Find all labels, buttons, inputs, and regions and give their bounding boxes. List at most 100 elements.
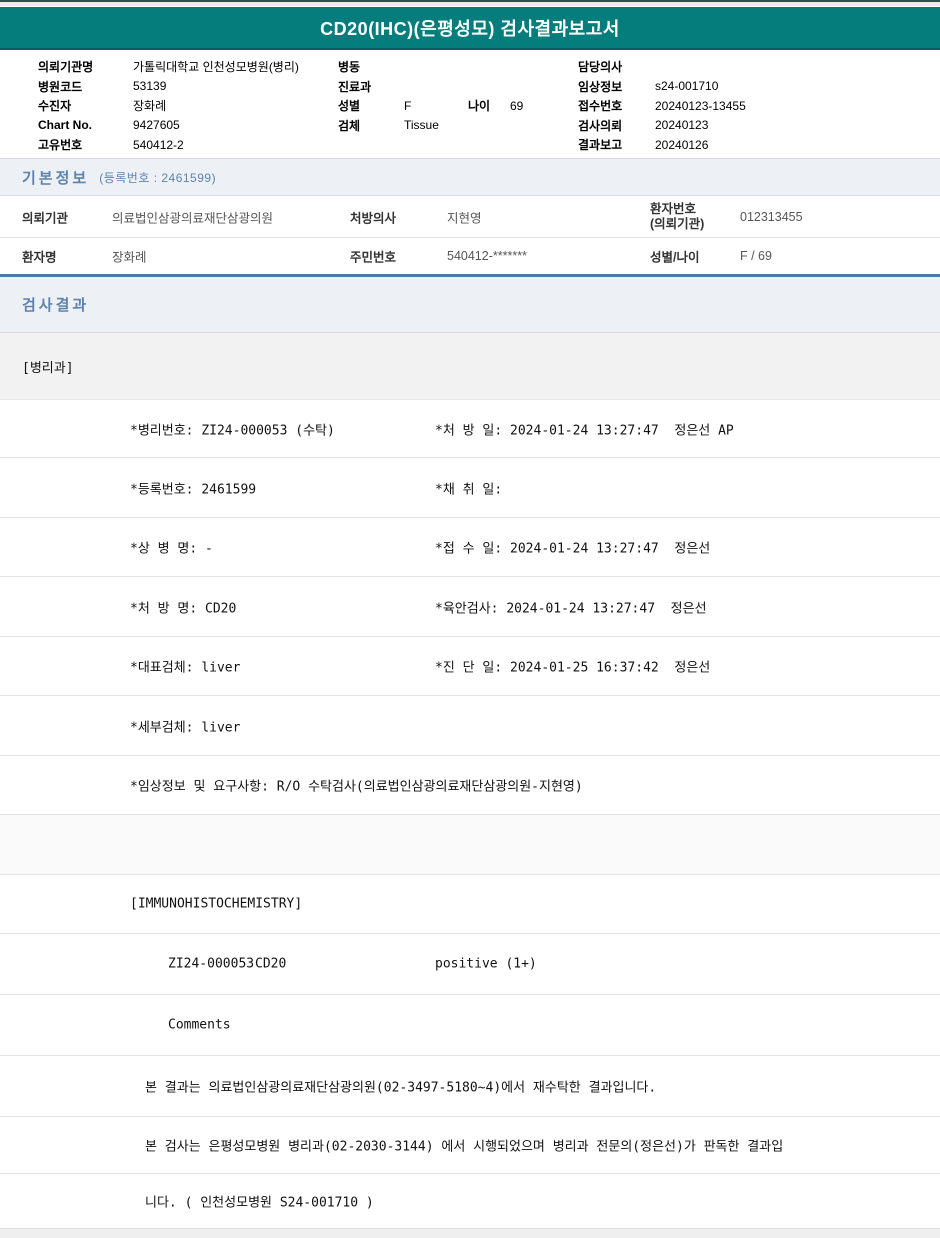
field-value: 20240126 (655, 137, 709, 152)
ihc-result-value: positive (1+) (435, 956, 537, 972)
field-label-age: 나이 (468, 99, 491, 114)
patient-name-label: 환자명 (22, 250, 57, 265)
field-department: 진료과 (338, 77, 574, 97)
field-value: 53139 (133, 79, 167, 94)
basic-info-section-header: 기본정보 (등록번호 : 2461599) (0, 158, 940, 196)
result-left: *등록번호: 2461599 (130, 482, 257, 497)
field-unique-no: 고유번호 540412-2 (38, 135, 299, 155)
field-label: 수진자 (38, 99, 72, 114)
sex-age-value: F / 69 (740, 249, 772, 263)
field-value: 540412-2 (133, 137, 184, 152)
field-sex-age: 성별 F 나이 69 (338, 96, 574, 116)
result-row-order-name: *처 방 명: CD20 *육안검사: 2024-01-24 13:27:47 … (0, 577, 940, 637)
ihc-result-row: ZI24-000053 CD20 positive (1+) (0, 934, 940, 995)
referring-org-label: 의뢰기관 (22, 211, 69, 225)
comment-line: 본 검사는 은평성모병원 병리과(02-2030-3144) 에서 시행되었으며… (145, 1139, 784, 1155)
field-receipt-no: 접수번호 20240123-13455 (578, 96, 746, 116)
field-clinical-info: 임상정보 s24-001710 (578, 77, 746, 97)
result-row-clinical-request: *임상정보 및 요구사항: R/O 수탁검사(의료법인삼광의료재단삼광의원-지현… (0, 756, 940, 815)
report-title-bar: CD20(IHC)(은평성모) 검사결과보고서 (0, 7, 940, 50)
patient-no-label-line2: (의뢰기관) (650, 216, 705, 231)
result-right: *접 수 일: 2024-01-24 13:27:47 정은선 (435, 541, 711, 557)
referring-org-value: 의료법인삼광의료재단삼광의원 (112, 211, 274, 225)
result-left: *처 방 명: CD20 (130, 601, 237, 616)
field-label: 의뢰기관명 (38, 60, 94, 75)
ihc-section-label: [IMMUNOHISTOCHEMISTRY] (130, 896, 303, 912)
basic-info-registration-note: (등록번호 : 2461599) (99, 170, 217, 185)
comment-line-3-row: 니다. ( 인천성모병원 S24-001710 ) (0, 1174, 940, 1228)
field-hospital-code: 병원코드 53139 (38, 77, 299, 97)
patient-header: 의뢰기관명 가톨릭대학교 인천성모병원(병리) 병원코드 53139 수진자 장… (0, 50, 940, 158)
comment-line-2-row: 본 검사는 은평성모병원 병리과(02-2030-3144) 에서 시행되었으며… (0, 1117, 940, 1174)
field-value: F (404, 98, 412, 113)
field-label: 담당의사 (578, 60, 623, 75)
result-row-pathology-no: *병리번호: ZI24-000053 (수탁) *처 방 일: 2024-01-… (0, 400, 940, 458)
field-test-requested-date: 검사의뢰 20240123 (578, 116, 746, 136)
patient-header-middle-column: 병동 진료과 성별 F 나이 69 검체 Tissue (338, 57, 574, 135)
result-left: *임상정보 및 요구사항: R/O 수탁검사(의료법인삼광의료재단삼광의원-지현… (130, 779, 583, 795)
field-label: 검사의뢰 (578, 118, 623, 133)
field-label: 결과보고 (578, 138, 623, 153)
resident-no-label: 주민번호 (350, 250, 397, 265)
sex-age-label: 성별/나이 (650, 250, 700, 265)
field-value: 20240123-13455 (655, 98, 746, 113)
department-label: [병리과] (22, 360, 74, 376)
field-value-age: 69 (510, 98, 524, 113)
report-title: CD20(IHC)(은평성모) 검사결과보고서 (320, 18, 620, 39)
result-right: *처 방 일: 2024-01-24 13:27:47 정은선 AP (435, 423, 734, 438)
patient-no-label-line1: 환자번호 (650, 201, 697, 216)
resident-no-value: 540412-******* (447, 249, 527, 263)
patient-header-right-column: 담당의사 임상정보 s24-001710 접수번호 20240123-13455… (578, 57, 746, 155)
ihc-section-row: [IMMUNOHISTOCHEMISTRY] (0, 875, 940, 934)
field-ward: 병동 (338, 57, 574, 77)
footer-gray-band (0, 1228, 940, 1238)
result-right: *채 취 일: (435, 482, 503, 497)
field-label: 병동 (338, 60, 361, 75)
result-right: *육안검사: 2024-01-24 13:27:47 정은선 (435, 601, 707, 616)
field-value: Tissue (404, 118, 439, 133)
comment-line-1-row: 본 결과는 의료법인삼광의료재단삼광의원(02-3497-5180~4)에서 재… (0, 1056, 940, 1117)
result-left: *병리번호: ZI24-000053 (수탁) (130, 423, 335, 438)
result-right: *진 단 일: 2024-01-25 16:37:42 정은선 (435, 660, 711, 676)
patient-header-left-column: 의뢰기관명 가톨릭대학교 인천성모병원(병리) 병원코드 53139 수진자 장… (38, 57, 299, 155)
ihc-pathology-no: ZI24-000053 (168, 956, 255, 972)
report-page: CD20(IHC)(은평성모) 검사결과보고서 의뢰기관명 가톨릭대학교 인천성… (0, 0, 940, 1238)
ihc-test-name: CD20 (255, 956, 287, 972)
result-row-registration-no: *등록번호: 2461599 *채 취 일: (0, 458, 940, 518)
field-value: 20240123 (655, 118, 709, 133)
comments-label-row: Comments (0, 995, 940, 1056)
basic-info-row-2: 환자명 장화례 주민번호 540412-******* 성별/나이 F / 69 (0, 238, 940, 274)
result-left: *대표검체: liver (130, 660, 241, 676)
department-band: [병리과] (0, 333, 940, 400)
test-result-title: 검사결과 (22, 297, 90, 314)
result-left: *세부검체: liver (130, 720, 241, 735)
result-row-sub-specimen: *세부검체: liver (0, 696, 940, 756)
test-result-section-header: 검사결과 (0, 277, 940, 333)
result-row-empty (0, 815, 940, 875)
field-requesting-org: 의뢰기관명 가톨릭대학교 인천성모병원(병리) (38, 57, 299, 77)
field-label: 병원코드 (38, 79, 83, 94)
result-left: *상 병 명: - (130, 541, 213, 557)
field-label: 검체 (338, 118, 361, 133)
basic-info-row-1: 의뢰기관 의료법인삼광의료재단삼광의원 처방의사 지현영 환자번호 (의뢰기관) … (0, 196, 940, 238)
basic-info-title: 기본정보 (22, 169, 90, 187)
field-patient-name: 수진자 장화례 (38, 96, 299, 116)
comment-line: 본 결과는 의료법인삼광의료재단삼광의원(02-3497-5180~4)에서 재… (145, 1080, 657, 1096)
patient-no-value: 012313455 (740, 209, 803, 224)
prescribing-doctor-label: 처방의사 (350, 211, 397, 225)
comments-label: Comments (168, 1017, 231, 1033)
result-row-main-specimen: *대표검체: liver *진 단 일: 2024-01-25 16:37:42… (0, 637, 940, 696)
field-result-reported-date: 결과보고 20240126 (578, 135, 746, 155)
field-specimen: 검체 Tissue (338, 116, 574, 136)
result-row-diagnosis-name: *상 병 명: - *접 수 일: 2024-01-24 13:27:47 정은… (0, 518, 940, 577)
field-chart-no: Chart No. 9427605 (38, 116, 299, 136)
field-label: 임상정보 (578, 79, 623, 94)
field-label: 성별 (338, 99, 361, 114)
patient-no-label: 환자번호 (의뢰기관) (650, 202, 704, 232)
field-value: 장화례 (133, 99, 167, 114)
field-label: 고유번호 (38, 138, 83, 153)
field-label: Chart No. (38, 118, 92, 133)
field-value: s24-001710 (655, 79, 719, 94)
comment-line: 니다. ( 인천성모병원 S24-001710 ) (145, 1195, 374, 1211)
field-label: 접수번호 (578, 99, 623, 114)
